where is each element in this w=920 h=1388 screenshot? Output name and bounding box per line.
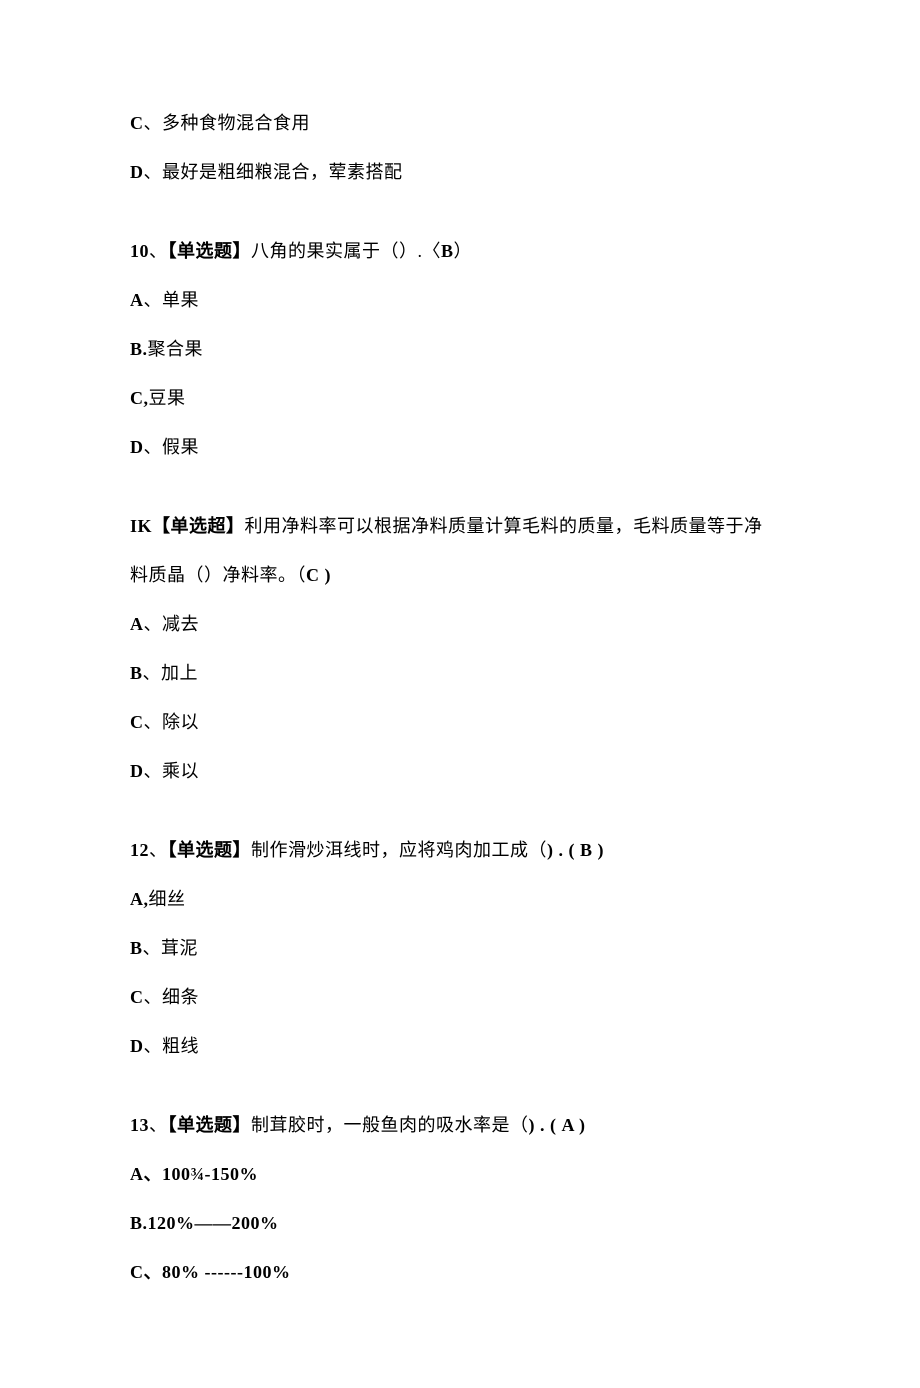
q11-optD-prefix: D	[130, 761, 144, 781]
q10-optB-prefix: B.	[130, 339, 148, 359]
q11-stem-line1: IK【单选超】利用净料率可以根据净料质量计算毛料的质量，毛料质量等于净	[130, 513, 790, 540]
q11-optB-text: 、加上	[143, 663, 199, 683]
q10-option-d: D、假果	[130, 434, 790, 461]
q9-optC-text: 多种食物混合食用	[162, 113, 310, 133]
q10-optB-text: 聚合果	[148, 339, 204, 359]
q11-option-a: A、减去	[130, 611, 790, 638]
q12-optD-text: 、粗线	[144, 1036, 200, 1056]
q11-optD-text: 、乘以	[144, 761, 200, 781]
q10-optC-text: 豆果	[149, 388, 186, 408]
q12-optB-text: 、茸泥	[143, 938, 199, 958]
q10-optA-text: 、单果	[144, 290, 200, 310]
q10-close: ）	[454, 241, 473, 261]
q12-option-a: A,细丝	[130, 886, 790, 913]
q11-optC-text: 、除以	[144, 712, 200, 732]
q10-option-c: C,豆果	[130, 385, 790, 412]
q10-sep: 、	[149, 241, 168, 261]
q11-optB-prefix: B	[130, 663, 143, 683]
q10-option-b: B.聚合果	[130, 336, 790, 363]
q10-tag: 【单选题】	[168, 241, 252, 261]
spacer	[130, 208, 790, 238]
q13-option-b: B.120%——200%	[130, 1210, 790, 1237]
q12-option-c: C、细条	[130, 984, 790, 1011]
q10-optA-prefix: A	[130, 290, 144, 310]
spacer	[130, 807, 790, 837]
q9-option-c: C、多种食物混合食用	[130, 110, 790, 137]
q12-optA-text: 细丝	[149, 889, 186, 909]
q10-optD-prefix: D	[130, 437, 144, 457]
q12-close1: ) . (	[547, 840, 580, 860]
q12-stem: 12、【单选题】制作滑炒洱线时，应将鸡肉加工成（) . ( B )	[130, 837, 790, 864]
document-page: C、多种食物混合食用 D、最好是粗细粮混合，荤素搭配 10、【单选题】八角的果实…	[0, 0, 920, 1388]
q11-stem-line2: 料质晶（）净料率。（C )	[130, 562, 790, 589]
q12-option-d: D、粗线	[130, 1033, 790, 1060]
q12-optD-prefix: D	[130, 1036, 144, 1056]
q10-stem: 10、【单选题】八角的果实属于（）.〈B）	[130, 238, 790, 265]
q13-num: 13	[130, 1115, 149, 1135]
q12-tag: 【单选题】	[168, 840, 252, 860]
q10-optD-text: 、假果	[144, 437, 200, 457]
q9-optC-prefix: C	[130, 113, 144, 133]
q9-optC-sep: 、	[144, 113, 163, 133]
q13-option-c: C、80% ------100%	[130, 1259, 790, 1286]
q12-optA-prefix: A,	[130, 889, 149, 909]
q13-close1: ) . (	[529, 1115, 562, 1135]
q11-stem1: 利用净料率可以根据净料质量计算毛料的质量，毛料质量等于净	[245, 516, 763, 536]
q12-stem-text: 制作滑炒洱线时，应将鸡肉加工成（	[251, 840, 547, 860]
q10-stem-text: 八角的果实属于（）.〈	[251, 241, 441, 261]
q11-ans: C )	[306, 565, 331, 585]
q11-optC-prefix: C	[130, 712, 144, 732]
q10-option-a: A、单果	[130, 287, 790, 314]
q11-optA-prefix: A	[130, 614, 144, 634]
q10-num: 10	[130, 241, 149, 261]
q9-optD-text: 、最好是粗细粮混合，荤素搭配	[144, 162, 403, 182]
q10-ans: B	[441, 241, 454, 261]
q13-stem-text: 制茸胶时，一般鱼肉的吸水率是（	[251, 1115, 529, 1135]
q12-ans: B )	[580, 840, 604, 860]
q13-option-a: A、100¾-150%	[130, 1161, 790, 1188]
q12-option-b: B、茸泥	[130, 935, 790, 962]
q10-optC-prefix: C,	[130, 388, 149, 408]
q11-stem2a: 料质晶（）净料率。（	[130, 565, 306, 585]
q12-sep: 、	[149, 840, 168, 860]
q12-optC-prefix: C	[130, 987, 144, 1007]
q9-option-d: D、最好是粗细粮混合，荤素搭配	[130, 159, 790, 186]
q12-optC-text: 、细条	[144, 987, 200, 1007]
q9-optD-prefix: D	[130, 162, 144, 182]
q12-num: 12	[130, 840, 149, 860]
q13-stem: 13、【单选题】制茸胶时，一般鱼肉的吸水率是（) . ( A )	[130, 1112, 790, 1139]
q12-optB-prefix: B	[130, 938, 143, 958]
spacer	[130, 1082, 790, 1112]
q11-num-tag: IK【单选超】	[130, 516, 245, 536]
q13-tag: 【单选题】	[168, 1115, 252, 1135]
q11-option-d: D、乘以	[130, 758, 790, 785]
spacer	[130, 483, 790, 513]
q13-sep: 、	[149, 1115, 168, 1135]
q11-option-c: C、除以	[130, 709, 790, 736]
q11-optA-text: 、减去	[144, 614, 200, 634]
q11-option-b: B、加上	[130, 660, 790, 687]
q13-ans: A )	[562, 1115, 586, 1135]
